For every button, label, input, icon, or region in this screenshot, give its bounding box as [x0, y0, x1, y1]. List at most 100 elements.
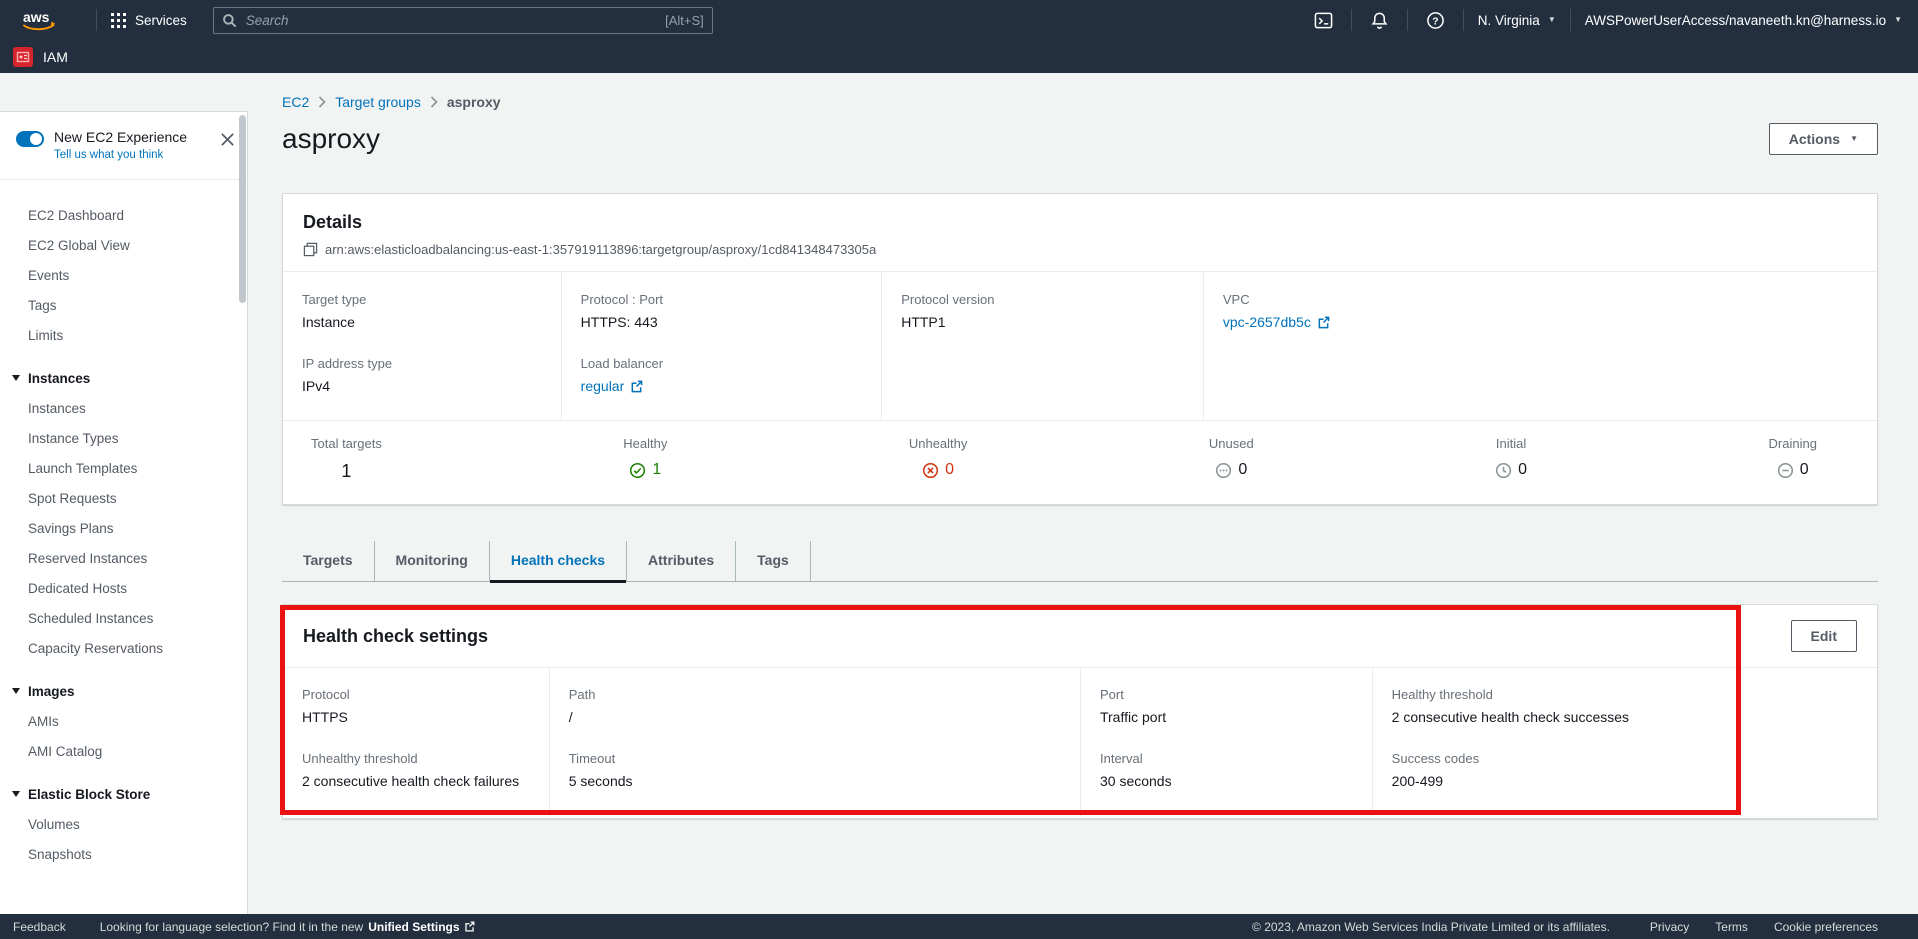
sidebar-scrollbar[interactable]: [239, 115, 246, 303]
sidebar-item-limits[interactable]: Limits: [0, 320, 247, 350]
breadcrumb-current: asproxy: [447, 94, 501, 110]
protocol-version-value: HTTP1: [901, 314, 1189, 330]
sidebar-item-amis[interactable]: AMIs: [0, 706, 247, 736]
services-menu-button[interactable]: Services: [111, 13, 187, 28]
privacy-link[interactable]: Privacy: [1650, 920, 1689, 934]
tab-monitoring[interactable]: Monitoring: [375, 541, 490, 581]
details-heading: Details: [303, 212, 1857, 233]
cookie-preferences-link[interactable]: Cookie preferences: [1774, 920, 1878, 934]
tab-targets[interactable]: Targets: [282, 541, 375, 581]
sidebar-item-snapshots[interactable]: Snapshots: [0, 839, 247, 869]
initial-count: Initial 0: [1495, 436, 1527, 482]
copy-icon[interactable]: [303, 242, 318, 257]
feedback-button[interactable]: Feedback: [13, 920, 66, 934]
sidebar-item-ami-catalog[interactable]: AMI Catalog: [0, 736, 247, 766]
sidebar-item-volumes[interactable]: Volumes: [0, 809, 247, 839]
sidebar-item-scheduled-instances[interactable]: Scheduled Instances: [0, 603, 247, 633]
search-input[interactable]: [213, 7, 713, 34]
help-icon[interactable]: ?: [1422, 11, 1449, 30]
sidebar-item-launch-templates[interactable]: Launch Templates: [0, 453, 247, 483]
tab-tags[interactable]: Tags: [736, 541, 811, 581]
sidebar-section-elastic-block-store[interactable]: Elastic Block Store: [0, 779, 247, 809]
sidebar-nav: EC2 Dashboard EC2 Global View Events Tag…: [0, 180, 247, 869]
feedback-link[interactable]: Tell us what you think: [54, 149, 216, 161]
healthy-value: 1: [652, 461, 661, 479]
interval-value: 30 seconds: [1100, 773, 1358, 789]
main-content: EC2 Target groups asproxy asproxy Action…: [248, 73, 1918, 914]
tab-attributes[interactable]: Attributes: [627, 541, 736, 581]
field-label: Timeout: [569, 751, 1066, 766]
global-search: [Alt+S]: [213, 7, 713, 34]
count-label: Initial: [1495, 436, 1527, 451]
breadcrumb: EC2 Target groups asproxy: [282, 94, 1878, 110]
external-link-icon: [630, 380, 643, 393]
account-menu[interactable]: AWSPowerUserAccess/navaneeth.kn@harness.…: [1585, 13, 1902, 28]
aws-logo[interactable]: aws: [20, 7, 60, 33]
new-experience-toggle[interactable]: [16, 131, 44, 147]
ellipsis-circle-icon: [1215, 462, 1232, 479]
sidebar-item-savings-plans[interactable]: Savings Plans: [0, 513, 247, 543]
terms-link[interactable]: Terms: [1715, 920, 1748, 934]
ec2-sidebar: New EC2 Experience Tell us what you thin…: [0, 111, 248, 914]
sidebar-item-spot-requests[interactable]: Spot Requests: [0, 483, 247, 513]
health-check-settings-panel: Health check settings Edit Protocol HTTP…: [282, 604, 1878, 819]
breadcrumb-ec2[interactable]: EC2: [282, 94, 309, 110]
health-check-settings-heading: Health check settings: [303, 626, 488, 647]
triangle-down-icon: [12, 688, 20, 694]
external-link-icon: [464, 921, 475, 932]
iam-service-icon[interactable]: [13, 47, 33, 67]
chevron-right-icon: [318, 96, 326, 108]
count-label: Healthy: [623, 436, 667, 451]
region-selector[interactable]: N. Virginia ▼: [1478, 13, 1556, 28]
target-group-arn: arn:aws:elasticloadbalancing:us-east-1:3…: [325, 242, 876, 257]
sidebar-item-instances[interactable]: Instances: [0, 393, 247, 423]
count-label: Unused: [1209, 436, 1254, 451]
sidebar-item-reserved-instances[interactable]: Reserved Instances: [0, 543, 247, 573]
sidebar-item-ec2-dashboard[interactable]: EC2 Dashboard: [0, 200, 247, 230]
sidebar-item-dedicated-hosts[interactable]: Dedicated Hosts: [0, 573, 247, 603]
new-experience-title: New EC2 Experience: [54, 129, 216, 145]
sidebar-item-events[interactable]: Events: [0, 260, 247, 290]
health-path-value: /: [569, 709, 1066, 725]
minus-circle-icon: [1777, 462, 1794, 479]
unused-value: 0: [1238, 461, 1247, 479]
load-balancer-link[interactable]: regular: [581, 378, 644, 394]
target-type-value: Instance: [302, 314, 547, 330]
actions-button[interactable]: Actions ▼: [1769, 123, 1878, 155]
external-link-icon: [1317, 316, 1330, 329]
iam-shortcut-label[interactable]: IAM: [43, 49, 68, 65]
ip-address-type-value: IPv4: [302, 378, 547, 394]
svg-text:aws: aws: [23, 9, 50, 25]
new-experience-banner: New EC2 Experience Tell us what you thin…: [0, 112, 247, 180]
unhealthy-value: 0: [945, 461, 954, 479]
unhealthy-threshold-value: 2 consecutive health check failures: [302, 773, 535, 789]
sidebar-item-tags[interactable]: Tags: [0, 290, 247, 320]
sidebar-section-images[interactable]: Images: [0, 676, 247, 706]
sidebar-item-capacity-reservations[interactable]: Capacity Reservations: [0, 633, 247, 663]
services-label: Services: [135, 13, 187, 28]
count-label: Unhealthy: [909, 436, 968, 451]
field-label: Protocol: [302, 687, 535, 702]
count-label: Total targets: [311, 436, 382, 451]
language-hint-text: Looking for language selection? Find it …: [100, 920, 364, 934]
edit-button[interactable]: Edit: [1791, 620, 1857, 652]
triangle-down-icon: [12, 375, 20, 381]
sidebar-item-instance-types[interactable]: Instance Types: [0, 423, 247, 453]
field-label: Healthy threshold: [1392, 687, 1863, 702]
recently-visited-bar: IAM: [0, 40, 1918, 73]
clock-icon: [1495, 462, 1512, 479]
services-grid-icon: [111, 13, 126, 28]
cloudshell-icon[interactable]: [1310, 11, 1337, 30]
unified-settings-link[interactable]: Unified Settings: [368, 920, 459, 934]
sidebar-item-ec2-global-view[interactable]: EC2 Global View: [0, 230, 247, 260]
sidebar-section-instances[interactable]: Instances: [0, 363, 247, 393]
divider: [96, 9, 97, 31]
caret-down-icon: ▼: [1894, 16, 1902, 24]
tab-health-checks[interactable]: Health checks: [490, 541, 627, 581]
close-icon[interactable]: [220, 132, 235, 147]
notifications-bell-icon[interactable]: [1366, 11, 1393, 30]
field-label: Success codes: [1392, 751, 1863, 766]
breadcrumb-target-groups[interactable]: Target groups: [335, 94, 421, 110]
vpc-link[interactable]: vpc-2657db5c: [1223, 314, 1330, 330]
field-label: IP address type: [302, 356, 547, 371]
